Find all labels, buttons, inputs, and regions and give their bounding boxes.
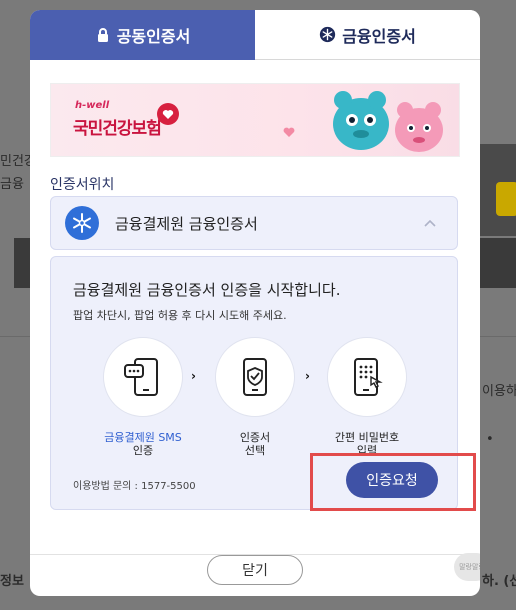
bg-text-3: 이용하 [482,384,516,399]
step-cert-line2: 선택 [244,444,266,457]
tab-joint-certificate[interactable]: 공동인증서 [30,10,255,60]
chevron-up-icon [424,219,436,227]
step-arrow-1: › [191,369,196,383]
step-sms-label: 금융결제원 SMS 인증 [103,431,183,457]
bg-text-2: 금융 [0,177,24,192]
step-cert-line1: 인증서 [239,431,271,444]
accordion-title: 금융결제원 금융인증서 [115,214,258,233]
finance-cert-logo-icon [65,206,99,240]
step-pin-line1: 간편 비밀번호 [334,431,400,444]
heart-badge-icon [157,103,179,125]
popup-notice: 팝업 차단시, 팝업 허용 후 다시 시도해 주세요. [73,309,287,322]
bg-block-left [14,238,30,288]
nhis-banner: h-well 국민건강보험 [50,83,460,157]
bg-dot: • [486,432,494,447]
finance-cert-accordion[interactable]: 금융결제원 금융인증서 [50,196,458,250]
step-sms-line2: 인증 [132,444,154,457]
tab-finance-certificate[interactable]: 금융인증서 [255,10,480,60]
bg-text-5: 하. (선택 [482,574,516,589]
mascot-illustration [333,91,443,152]
inquiry-text: 이용방법 문의 : 1577-5500 [73,481,196,492]
step-cert-select: 인증서 선택 [215,337,295,457]
finance-cert-icon [320,26,336,43]
watermark-badge: 말랑말랑 [454,553,480,581]
step-sms-line1: 금융결제원 SMS [104,431,182,444]
step-sms-auth: 금융결제원 SMS 인증 [103,337,183,457]
step-cert-circle [215,337,295,417]
section-label-cert-location: 인증서위치 [50,177,115,193]
banner-brand-name: 국민건강보험 [73,119,162,139]
close-button[interactable]: 닫기 [207,555,303,585]
step-pin-circle [327,337,407,417]
step-sms-circle [103,337,183,417]
tab-finance-label: 금융인증서 [342,26,416,46]
banner-brand-small: h-well [75,100,110,111]
kakao-icon [496,182,516,216]
phone-sms-icon [124,358,158,396]
tab-joint-label: 공동인증서 [116,27,191,46]
bg-block-right-2 [480,238,516,288]
phone-keypad-icon [354,358,383,396]
lock-icon [97,28,108,42]
heart-small-icon [283,127,295,137]
phone-shield-icon [243,358,267,396]
step-pin-input: 간편 비밀번호 입력 [327,337,407,457]
cert-tabs: 공동인증서 금융인증서 [30,10,480,60]
bg-text-4: 정보 [0,574,24,589]
auth-request-button[interactable]: 인증요청 [346,462,438,498]
panel-title: 금융결제원 금융인증서 인증을 시작합니다. [73,281,341,299]
step-arrow-2: › [305,369,310,383]
step-cert-label: 인증서 선택 [215,431,295,457]
